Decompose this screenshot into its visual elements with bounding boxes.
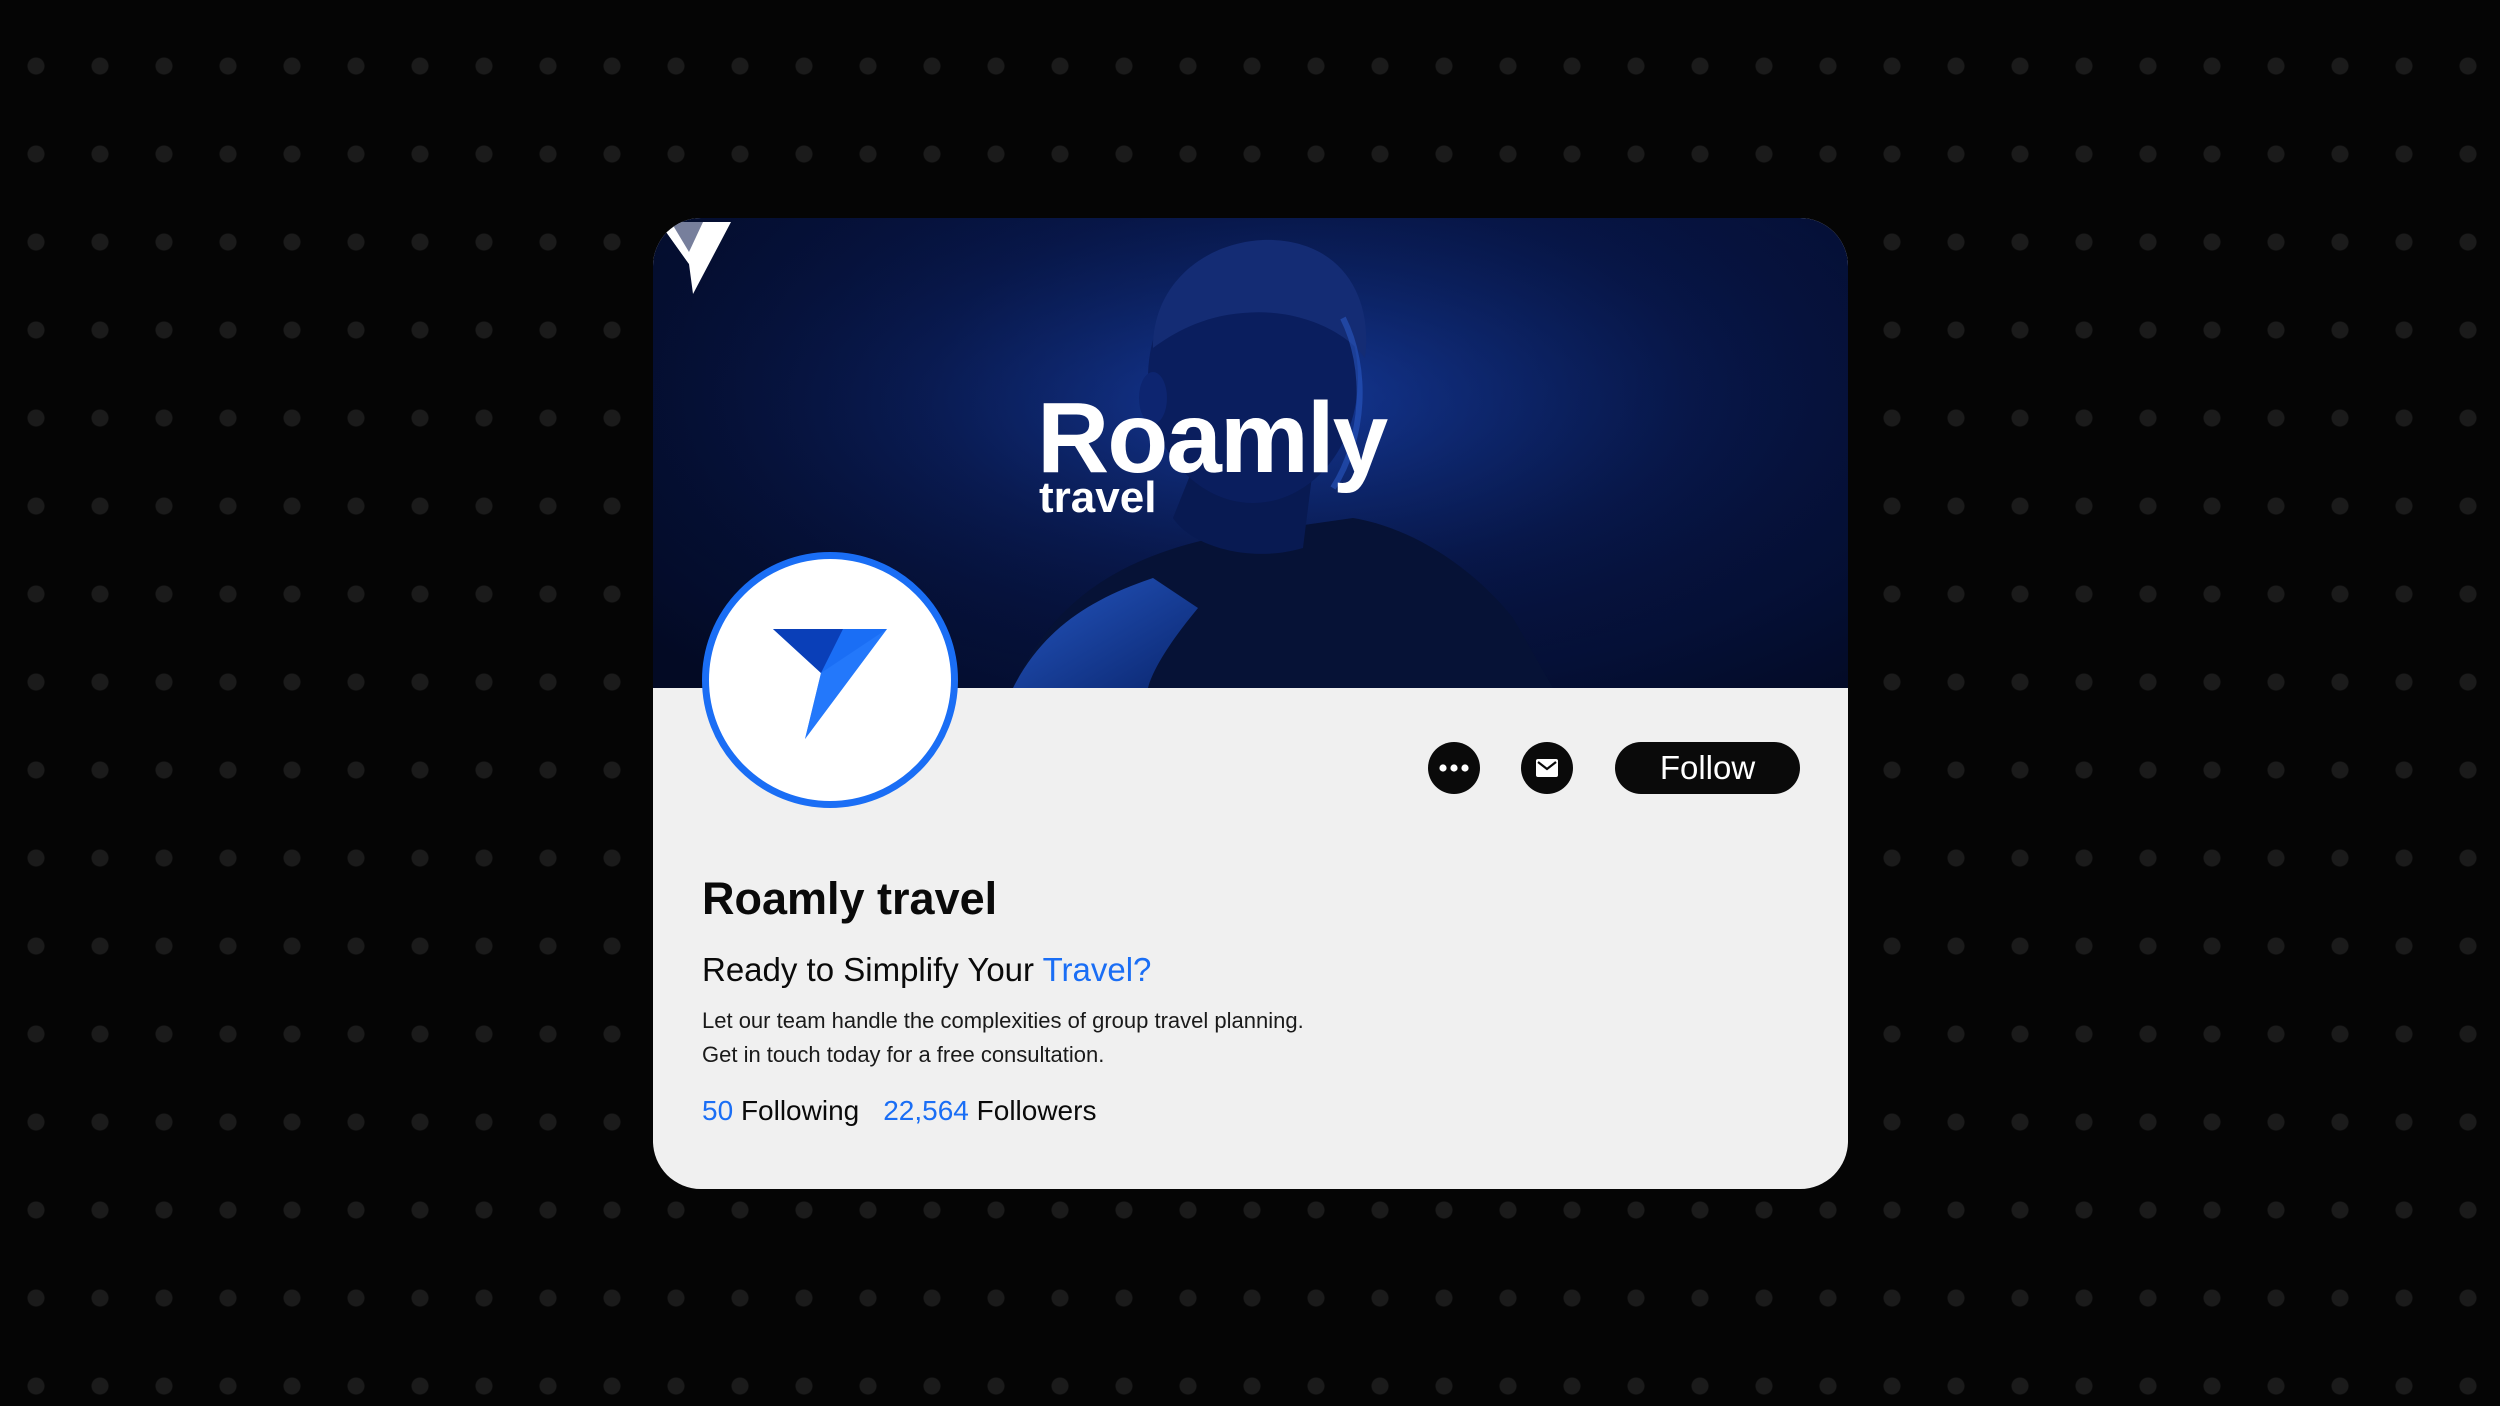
brand-tagline: travel (1039, 473, 1157, 522)
profile-headline: Ready to Simplify Your Travel? (702, 950, 1151, 990)
more-options-button[interactable] (1428, 742, 1480, 794)
brand-logo-icon (773, 629, 887, 739)
followers-stat[interactable]: 22,564 Followers (883, 1095, 1096, 1126)
follow-button[interactable]: Follow (1615, 742, 1800, 794)
headline-lead: Ready to Simplify Your (702, 951, 1043, 988)
profile-avatar[interactable] (702, 552, 958, 808)
more-dots-icon (1439, 764, 1469, 772)
profile-card: Roamly travel Follow Roamly travel Ready… (653, 218, 1848, 1189)
headline-accent: Travel? (1042, 951, 1152, 988)
following-stat[interactable]: 50 Following (702, 1095, 859, 1126)
brand-logo-mark-icon (659, 222, 731, 294)
followers-label: Followers (976, 1095, 1097, 1126)
description-line: Get in touch today for a free consultati… (702, 1042, 1105, 1067)
profile-description: Let our team handle the complexities of … (702, 1004, 1304, 1072)
following-label: Following (740, 1095, 860, 1126)
profile-stats: 50 Following 22,564 Followers (702, 1094, 1096, 1128)
message-button[interactable] (1521, 742, 1573, 794)
following-count: 50 (702, 1095, 734, 1126)
followers-count: 22,564 (883, 1095, 969, 1126)
description-line: Let our team handle the complexities of … (702, 1008, 1304, 1033)
profile-name: Roamly travel (702, 873, 998, 924)
mail-icon (1536, 759, 1558, 777)
